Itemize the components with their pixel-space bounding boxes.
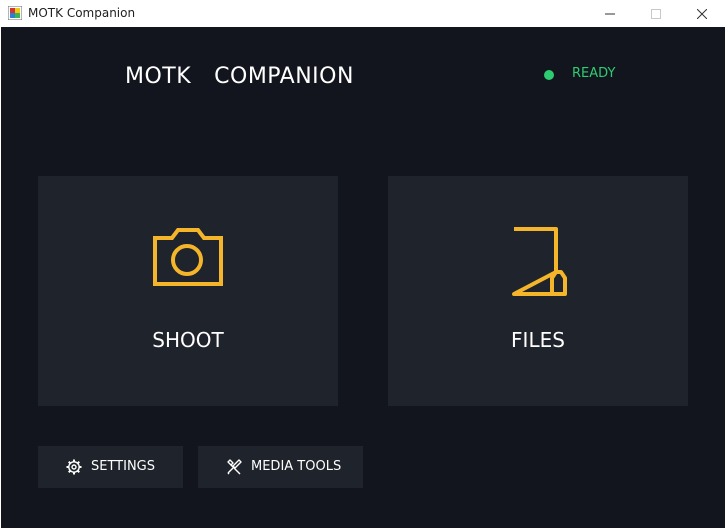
window-title: MOTK Companion	[28, 6, 136, 20]
status-indicator	[544, 70, 554, 80]
main-window: MOTK COMPANION READY SHOOT FILES SETTING…	[1, 27, 725, 528]
page-title: MOTK COMPANION	[125, 64, 354, 89]
gear-icon	[66, 459, 82, 475]
media-tools-button[interactable]: MEDIA TOOLS	[198, 446, 363, 488]
settings-label: SETTINGS	[91, 459, 156, 474]
file-icon	[512, 227, 567, 296]
close-button[interactable]	[679, 0, 725, 27]
app-icon	[8, 6, 22, 20]
close-icon	[697, 8, 707, 19]
files-button[interactable]: FILES	[388, 176, 688, 406]
tools-icon	[227, 459, 242, 475]
maximize-icon	[651, 8, 661, 19]
settings-button[interactable]: SETTINGS	[38, 446, 183, 488]
window-titlebar[interactable]: MOTK Companion	[0, 0, 726, 27]
files-label: FILES	[511, 328, 565, 352]
camera-icon-wrap	[38, 226, 338, 296]
minimize-icon	[605, 13, 615, 14]
camera-icon	[153, 228, 223, 286]
maximize-button[interactable]	[633, 0, 679, 27]
shoot-button[interactable]: SHOOT	[38, 176, 338, 406]
minimize-button[interactable]	[587, 0, 633, 27]
status-badge: READY	[572, 66, 616, 81]
file-icon-wrap	[388, 226, 688, 296]
shoot-label: SHOOT	[152, 328, 224, 352]
media-tools-label: MEDIA TOOLS	[251, 459, 342, 474]
